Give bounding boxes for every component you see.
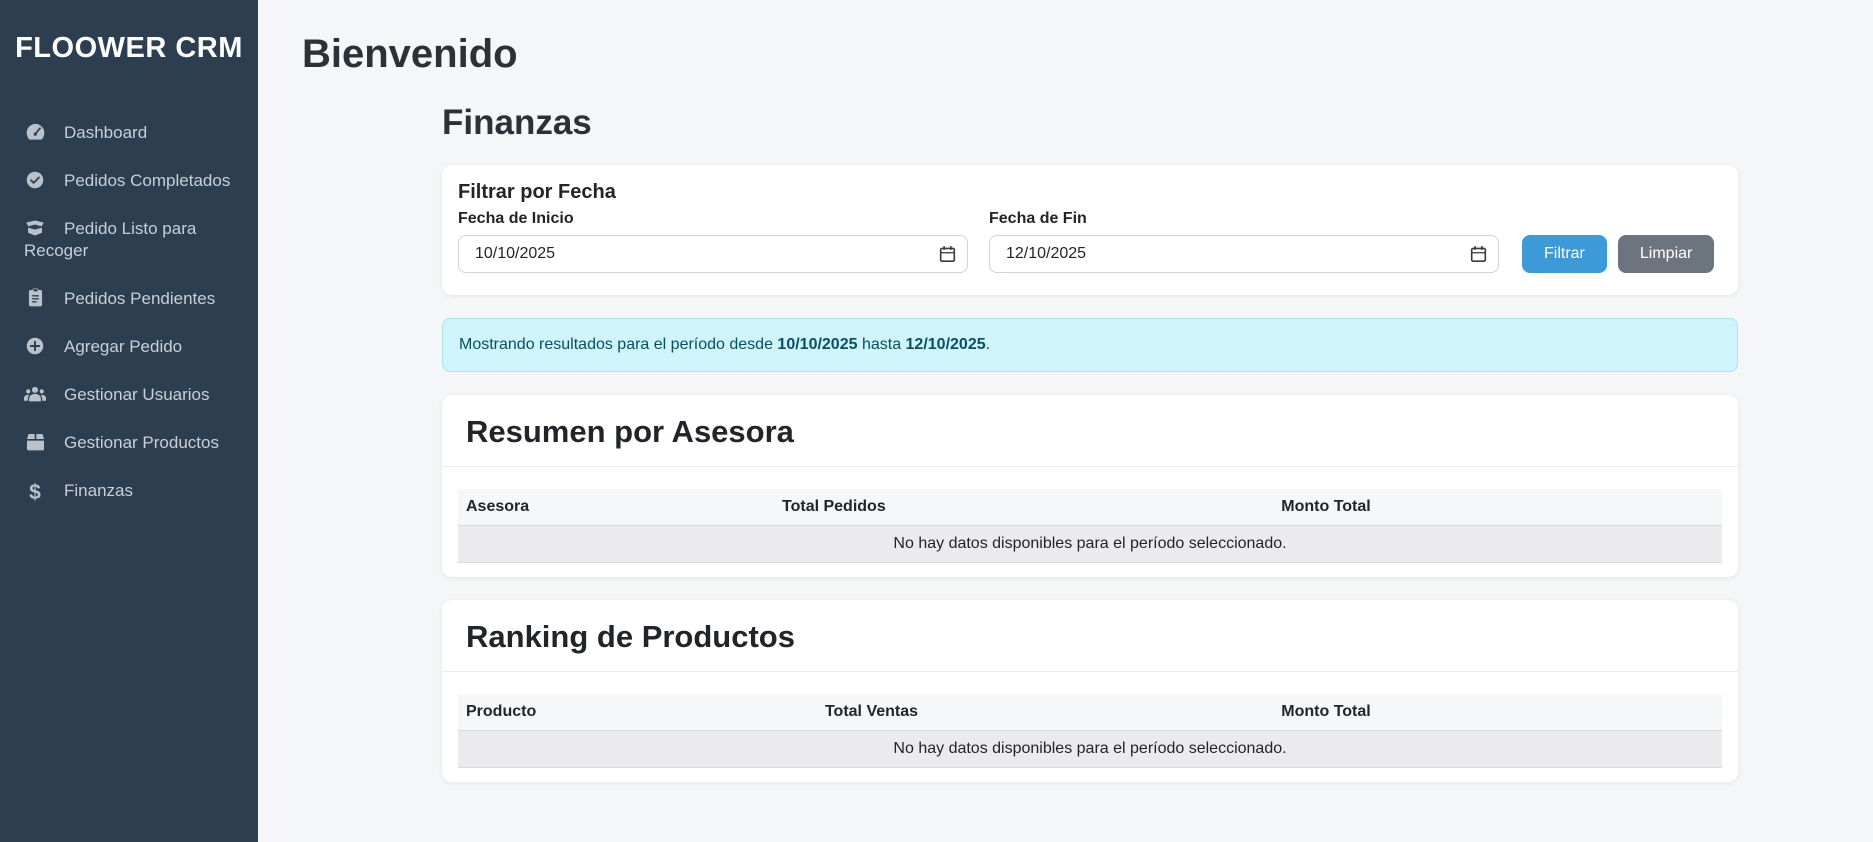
sidebar-item-label: Gestionar Usuarios (64, 385, 210, 404)
filter-card-title: Filtrar por Fecha (458, 181, 1722, 204)
calendar-icon[interactable] (1470, 245, 1487, 268)
sidebar-item-label: Gestionar Productos (64, 433, 219, 452)
column-header-total-ventas: Total Ventas (817, 694, 1273, 731)
dollar-icon: $ (24, 483, 46, 502)
start-date-label: Fecha de Inicio (458, 210, 968, 228)
sidebar-item-finanzas[interactable]: $ Finanzas (0, 467, 258, 515)
alert-text-middle: hasta (858, 336, 906, 353)
productos-table: Producto Total Ventas Monto Total No hay… (458, 694, 1722, 768)
column-header-monto-total: Monto Total (1273, 694, 1722, 731)
sidebar: FLOOWER CRM Dashboard Pedidos Completado… (0, 0, 258, 842)
table-header-row: Producto Total Ventas Monto Total (458, 694, 1722, 731)
results-period-alert: Mostrando resultados para el período des… (442, 318, 1738, 372)
column-header-producto: Producto (458, 694, 817, 731)
calendar-icon[interactable] (939, 245, 956, 268)
sidebar-item-label: Finanzas (64, 481, 133, 500)
box-open-icon (24, 218, 46, 237)
sidebar-item-pedidos-pendientes[interactable]: Pedidos Pendientes (0, 275, 258, 323)
asesora-summary-card: Resumen por Asesora Asesora Total Pedido… (442, 395, 1738, 577)
end-date-input[interactable] (989, 235, 1499, 273)
empty-state-message: No hay datos disponibles para el período… (458, 731, 1722, 768)
plus-circle-icon (24, 337, 46, 356)
alert-start-date: 10/10/2025 (777, 336, 857, 353)
users-icon (24, 385, 46, 404)
column-header-asesora: Asesora (458, 489, 774, 526)
sidebar-item-label: Agregar Pedido (64, 337, 182, 356)
sidebar-item-agregar-pedido[interactable]: Agregar Pedido (0, 323, 258, 371)
page-title: Bienvenido (302, 32, 1873, 77)
sidebar-item-pedidos-completados[interactable]: Pedidos Completados (0, 157, 258, 205)
end-date-label: Fecha de Fin (989, 210, 1499, 228)
empty-state-row: No hay datos disponibles para el período… (458, 731, 1722, 768)
gauge-icon (24, 123, 46, 142)
clipboard-icon (24, 288, 46, 307)
sidebar-item-label: Dashboard (64, 123, 147, 142)
sidebar-item-gestionar-usuarios[interactable]: Gestionar Usuarios (0, 371, 258, 419)
sidebar-item-dashboard[interactable]: Dashboard (0, 109, 258, 157)
productos-card-title: Ranking de Productos (466, 618, 1714, 656)
sidebar-item-label: Pedidos Pendientes (64, 289, 215, 308)
empty-state-row: No hay datos disponibles para el período… (458, 526, 1722, 563)
app-brand: FLOOWER CRM (0, 0, 258, 65)
clear-button[interactable]: Limpiar (1618, 235, 1714, 273)
box-icon (24, 433, 46, 452)
alert-text-prefix: Mostrando resultados para el período des… (459, 336, 777, 353)
alert-text-suffix: . (986, 336, 990, 353)
column-header-total-pedidos: Total Pedidos (774, 489, 1273, 526)
table-header-row: Asesora Total Pedidos Monto Total (458, 489, 1722, 526)
sidebar-item-gestionar-productos[interactable]: Gestionar Productos (0, 419, 258, 467)
start-date-input[interactable] (458, 235, 968, 273)
finanzas-section-title: Finanzas (442, 103, 1738, 143)
sidebar-item-pedido-listo[interactable]: Pedido Listo para Recoger (0, 205, 258, 275)
sidebar-item-label: Pedidos Completados (64, 171, 230, 190)
alert-end-date: 12/10/2025 (906, 336, 986, 353)
date-filter-card: Filtrar por Fecha Fecha de Inicio Fecha … (442, 165, 1738, 295)
filter-button[interactable]: Filtrar (1522, 235, 1607, 273)
main-content: Bienvenido Finanzas Filtrar por Fecha Fe… (258, 0, 1873, 842)
check-circle-icon (24, 171, 46, 190)
empty-state-message: No hay datos disponibles para el período… (458, 526, 1722, 563)
asesora-card-title: Resumen por Asesora (466, 413, 1714, 451)
sidebar-nav: Dashboard Pedidos Completados Pedido Lis… (0, 109, 258, 515)
sidebar-item-label: Pedido Listo para Recoger (24, 219, 196, 260)
asesora-table: Asesora Total Pedidos Monto Total No hay… (458, 489, 1722, 563)
productos-ranking-card: Ranking de Productos Producto Total Vent… (442, 600, 1738, 782)
column-header-monto-total: Monto Total (1273, 489, 1722, 526)
